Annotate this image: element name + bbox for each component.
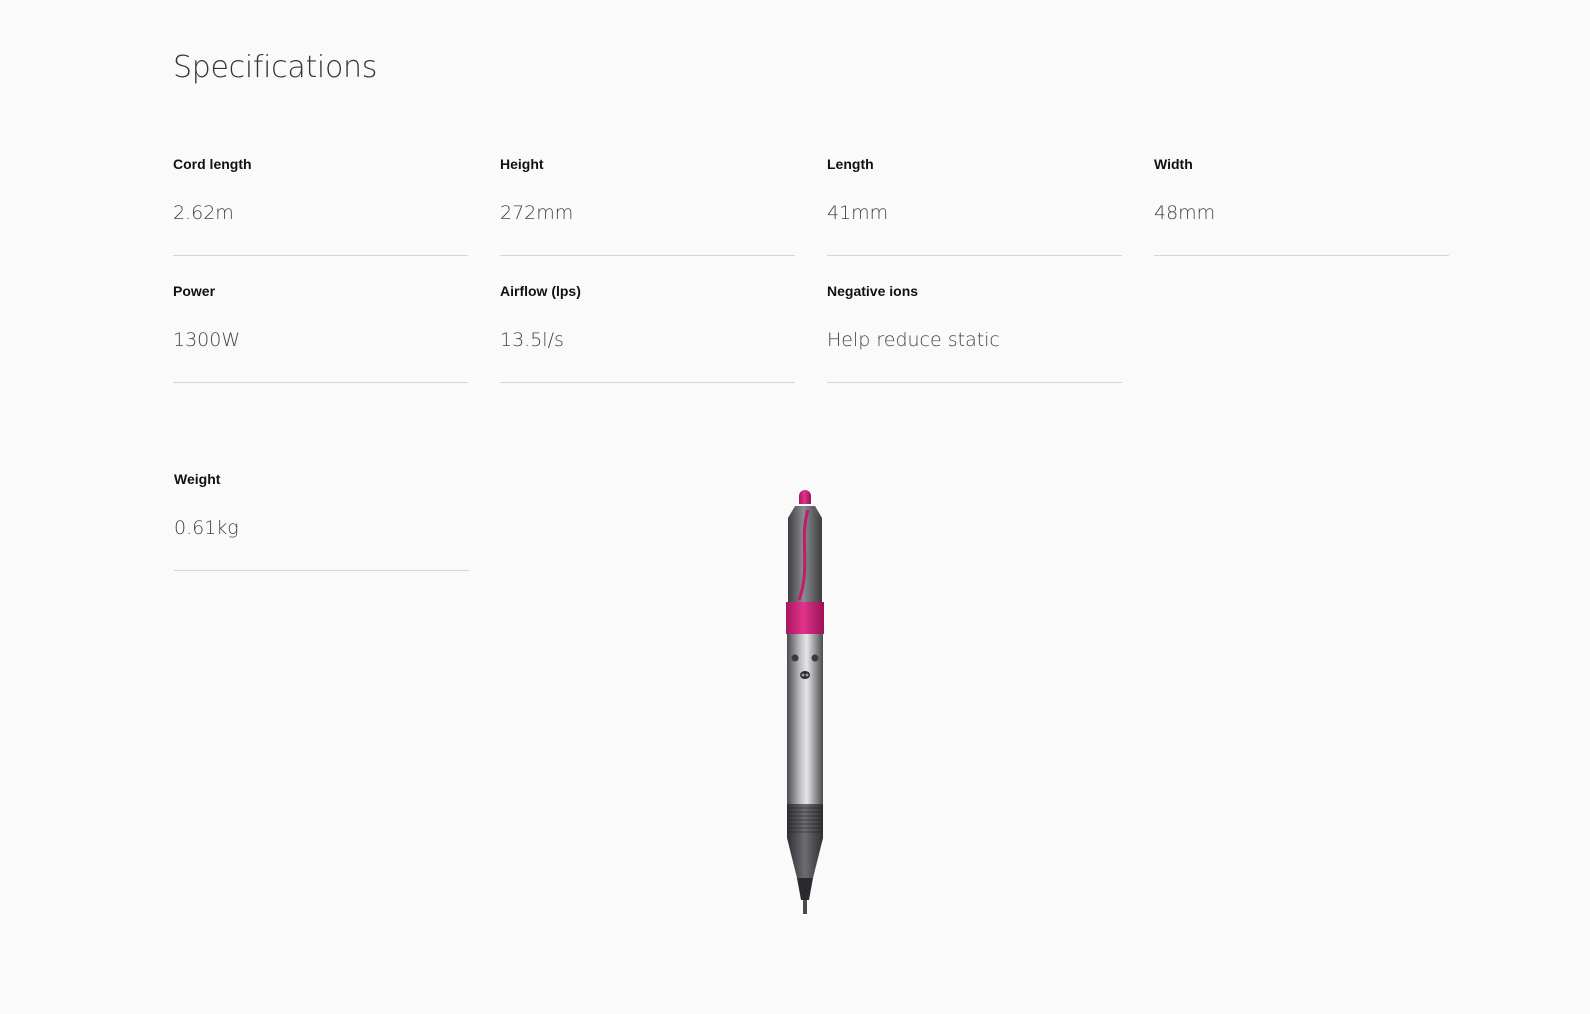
spec-value: 0.61kg (174, 517, 239, 539)
spec-label: Airflow (lps) (500, 283, 581, 299)
spec-negative-ions: Negative ions Help reduce static (827, 282, 1122, 383)
spec-value: 2.62m (173, 202, 234, 224)
spec-height: Height 272mm (500, 155, 795, 256)
spec-weight: Weight 0.61kg (174, 470, 469, 571)
spec-airflow: Airflow (lps) 13.5l/s (500, 282, 795, 383)
spec-cord-length: Cord length 2.62m (173, 155, 468, 256)
spec-value: 41mm (827, 202, 889, 224)
page-title: Specifications (173, 50, 378, 85)
spec-value: 1300W (173, 329, 241, 351)
spec-power: Power 1300W (173, 282, 468, 383)
spec-label: Width (1154, 156, 1193, 172)
spec-value: 272mm (500, 202, 574, 224)
spec-label: Power (173, 283, 216, 299)
spec-label: Cord length (173, 156, 252, 172)
spec-label: Length (827, 156, 874, 172)
hair-styler-product-icon (775, 488, 855, 933)
spec-label: Negative ions (827, 283, 919, 299)
spec-value: 13.5l/s (500, 329, 564, 351)
spec-width: Width 48mm (1154, 155, 1449, 256)
spec-label: Height (500, 156, 544, 172)
spec-value: Help reduce static (827, 329, 1000, 351)
spec-value: 48mm (1154, 202, 1216, 224)
spec-label: Weight (174, 471, 221, 487)
spec-length: Length 41mm (827, 155, 1122, 256)
